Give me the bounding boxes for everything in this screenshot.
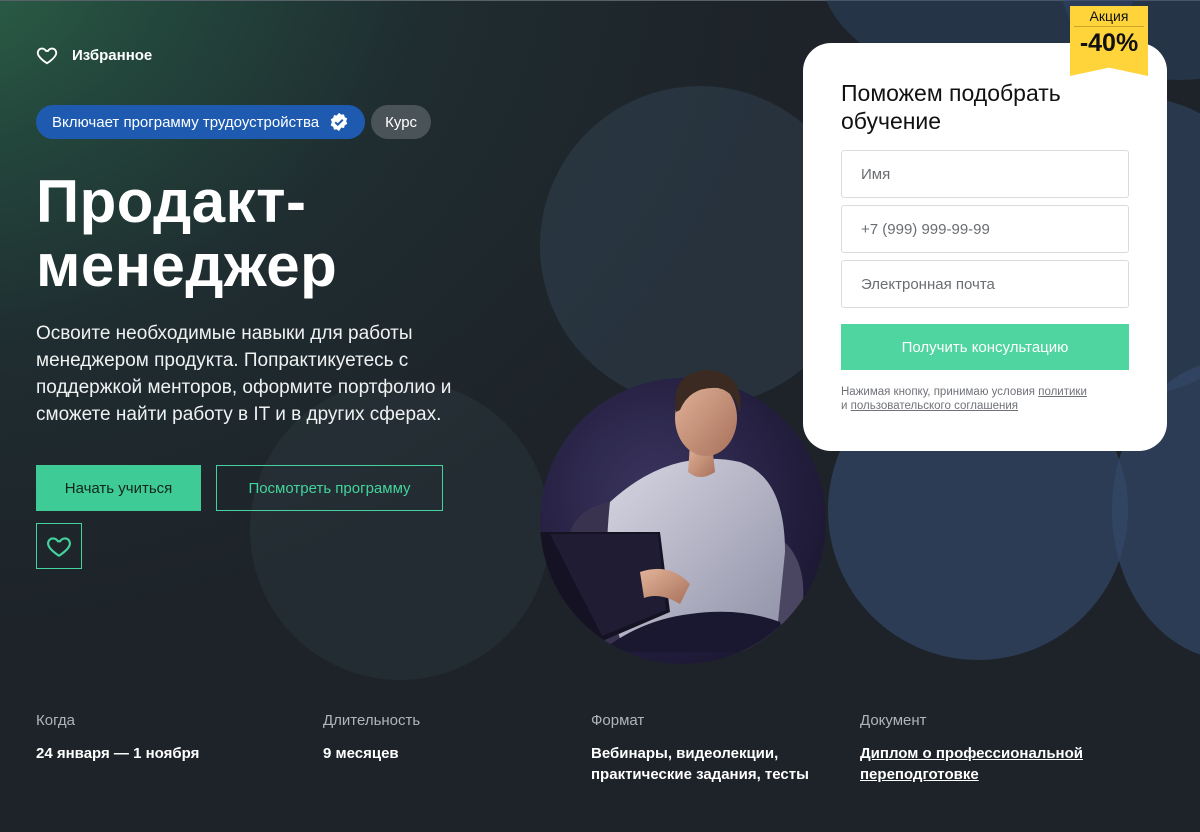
email-input[interactable] [841, 260, 1129, 308]
page-title: Продакт-менеджер [36, 168, 338, 299]
heart-icon [36, 47, 58, 65]
info-duration: Длительность 9 месяцев [323, 712, 543, 764]
info-value: 9 месяцев [323, 745, 399, 762]
terms-text: Нажимая кнопку, принимаю условия политик… [841, 385, 1141, 413]
info-format: Формат Вебинары, видеолекции, практическ… [591, 712, 826, 785]
promo-badge: Акция -40% [1070, 6, 1148, 76]
info-value: 24 января — 1 ноября [36, 745, 200, 762]
promo-divider [1074, 26, 1144, 27]
person-with-laptop-image [540, 370, 804, 652]
info-label: Документ [860, 712, 927, 729]
terms-and: и [841, 400, 848, 412]
policy-link[interactable]: политики [1038, 386, 1087, 398]
tags-row: Включает программу трудоустройства Курс [36, 105, 432, 139]
form-title: Поможем подобрать обучение [841, 80, 1061, 134]
info-label: Длительность [323, 712, 421, 729]
phone-input[interactable] [841, 205, 1129, 253]
promo-label: Акция [1089, 8, 1129, 24]
terms-prefix: Нажимая кнопку, принимаю условия [841, 386, 1036, 398]
diploma-link[interactable]: Диплом о профессиональной переподготовке [860, 743, 1095, 785]
favorites-label: Избранное [72, 46, 153, 64]
favorites-link[interactable]: Избранное [36, 44, 152, 66]
info-value: Вебинары, видеолекции, практические зада… [591, 745, 809, 783]
view-program-button[interactable]: Посмотреть программу [216, 465, 443, 511]
promo-discount: -40% [1079, 29, 1139, 57]
consultation-form: Поможем подобрать обучение Получить конс… [803, 43, 1167, 451]
get-consultation-button[interactable]: Получить консультацию [841, 324, 1129, 370]
info-when: Когда 24 января — 1 ноября [36, 712, 256, 764]
employment-program-label: Включает программу трудоустройства [52, 113, 320, 131]
info-label: Когда [36, 712, 75, 729]
hero-photo [540, 352, 826, 664]
info-document: Документ Диплом о профессиональной переп… [860, 712, 1095, 785]
start-learning-button[interactable]: Начать учиться [36, 465, 201, 511]
verified-check-icon [330, 112, 348, 132]
hero-section: Избранное Включает программу трудоустрой… [0, 0, 1200, 832]
heart-icon [47, 537, 71, 558]
info-label: Формат [591, 712, 645, 729]
course-tag: Курс [371, 105, 432, 139]
user-agreement-link[interactable]: пользовательского соглашения [851, 400, 1018, 412]
add-favorite-button[interactable] [36, 523, 82, 569]
course-description: Освоите необходимые навыки для работы ме… [36, 323, 452, 425]
name-input[interactable] [841, 150, 1129, 198]
employment-program-tag: Включает программу трудоустройства [36, 105, 366, 139]
